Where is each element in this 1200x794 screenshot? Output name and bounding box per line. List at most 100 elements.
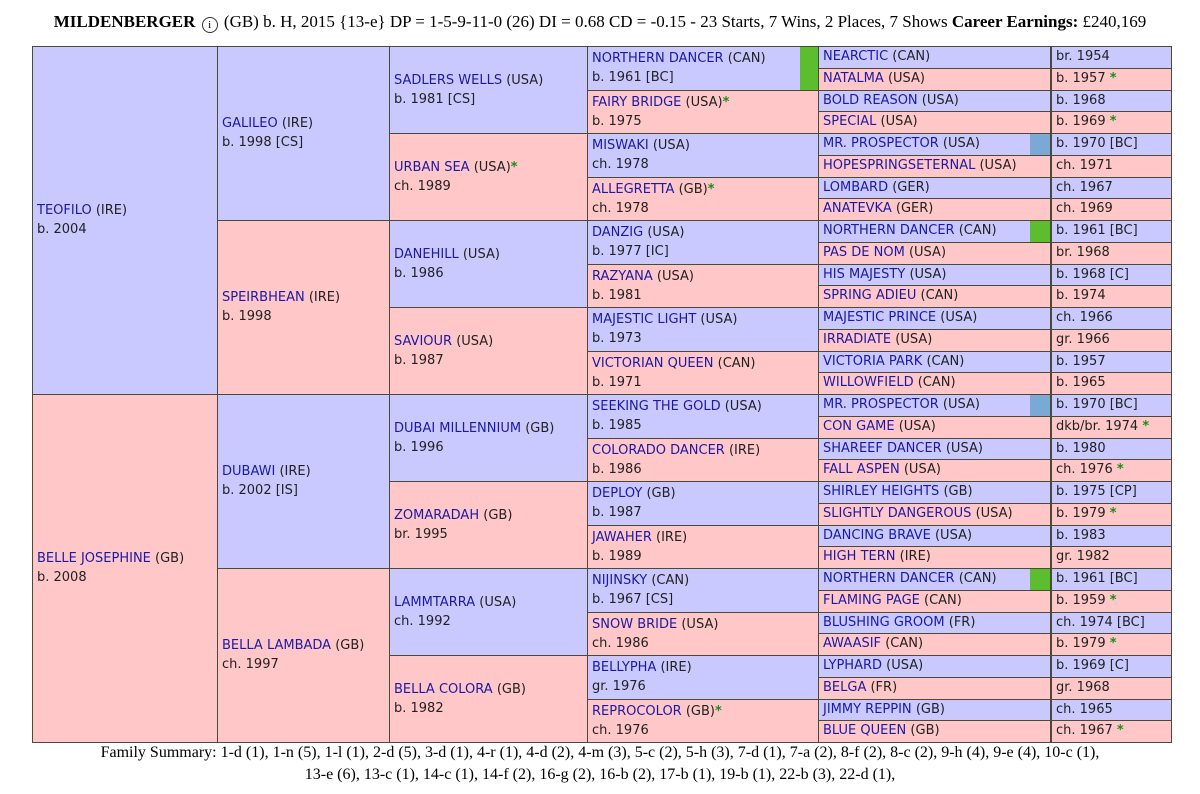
horse-name-link[interactable]: LOMBARD: [823, 180, 888, 195]
horse-name-link[interactable]: LYPHARD: [823, 658, 882, 673]
horse-name-link[interactable]: DANCING BRAVE: [823, 528, 931, 543]
horse-entry: ZOMARADAH (GB) br. 1995: [394, 506, 512, 544]
chef-star-icon: *: [1116, 723, 1124, 739]
horse-info: b. 1968: [1056, 92, 1106, 108]
horse-country: (USA): [898, 418, 936, 434]
horse-name-link[interactable]: JAWAHER: [592, 530, 652, 545]
horse-name-link[interactable]: SPECIAL: [823, 114, 876, 129]
horse-name-link[interactable]: BELLA LAMBADA: [222, 638, 331, 653]
horse-name-link[interactable]: ZOMARADAH: [394, 508, 479, 523]
horse-name-link[interactable]: ALLEGRETTA: [592, 182, 674, 197]
horse-info-line: b. 1987: [592, 503, 676, 522]
horse-name-link[interactable]: DANEHILL: [394, 247, 459, 262]
pedigree-cell-g2: GALILEO (IRE) b. 1998 [CS]: [217, 46, 390, 221]
horse-name-link[interactable]: VICTORIA PARK: [823, 354, 922, 369]
horse-name-link[interactable]: BELLE JOSEPHINE: [37, 551, 151, 566]
horse-name-link[interactable]: SHIRLEY HEIGHTS: [823, 484, 939, 499]
horse-name-link[interactable]: DANZIG: [592, 225, 643, 240]
horse-name-link[interactable]: NORTHERN DANCER: [823, 223, 955, 238]
pedigree-cell-g5: VICTORIA PARK (CAN): [818, 350, 1051, 374]
horse-name-link[interactable]: NEARCTIC: [823, 49, 888, 64]
pedigree-cell-g4: SNOW BRIDE (USA) ch. 1986: [587, 611, 819, 656]
horse-name-link[interactable]: SAVIOUR: [394, 334, 452, 349]
info-icon[interactable]: i: [201, 17, 218, 33]
horse-name-link[interactable]: HIS MAJESTY: [823, 267, 905, 282]
horse-info: b. 1965: [1056, 375, 1106, 391]
horse-name-link[interactable]: MR. PROSPECTOR: [823, 136, 939, 151]
horse-entry: MISWAKI (USA) ch. 1978: [592, 136, 690, 174]
horse-name-link[interactable]: AWAASIF: [823, 636, 881, 651]
horse-name-link[interactable]: URBAN SEA: [394, 160, 470, 175]
horse-name-link[interactable]: BLUSHING GROOM: [823, 615, 945, 630]
horse-name-link[interactable]: MAJESTIC LIGHT: [592, 312, 696, 327]
horse-name-link[interactable]: NATALMA: [823, 71, 884, 86]
horse-name-link[interactable]: SEEKING THE GOLD: [592, 399, 721, 414]
horse-name[interactable]: MILDENBERGER: [54, 12, 196, 31]
horse-name-link[interactable]: CON GAME: [823, 419, 895, 434]
horse-name-link[interactable]: IRRADIATE: [823, 332, 891, 347]
horse-name-link[interactable]: WILLOWFIELD: [823, 375, 914, 390]
horse-name-link[interactable]: GALILEO: [222, 116, 278, 131]
horse-name-link[interactable]: SPEIRBHEAN: [222, 290, 305, 305]
horse-name-link[interactable]: REPROCOLOR: [592, 704, 682, 719]
pedigree-cell-info-g5: b. 1970 [BC]: [1051, 394, 1172, 417]
horse-info: ch. 1967: [1056, 179, 1113, 195]
pedigree-cell-g5: IRRADIATE (USA): [818, 328, 1051, 352]
horse-name-link[interactable]: LAMMTARRA: [394, 595, 475, 610]
horse-name-line: BELLE JOSEPHINE (GB): [37, 549, 184, 568]
pedigree-cell-info-g5: b. 1979 *: [1051, 502, 1172, 526]
horse-country: (IRE): [899, 549, 931, 565]
pedigree-cell-g5: HIS MAJESTY (USA): [818, 263, 1051, 287]
horse-name-link[interactable]: HIGH TERN: [823, 549, 896, 564]
horse-name-link[interactable]: ANATEVKA: [823, 201, 892, 216]
horse-name-link[interactable]: SPRING ADIEU: [823, 288, 916, 303]
horse-name-link[interactable]: RAZYANA: [592, 269, 653, 284]
horse-name-link[interactable]: BELLA COLORA: [394, 682, 493, 697]
horse-info-line: b. 1985: [592, 416, 762, 435]
horse-name-link[interactable]: SADLERS WELLS: [394, 73, 502, 88]
horse-name-link[interactable]: JIMMY REPPIN: [823, 702, 912, 717]
horse-name-link[interactable]: BOLD REASON: [823, 93, 918, 108]
horse-name-link[interactable]: MR. PROSPECTOR: [823, 397, 939, 412]
chef-star-icon: *: [1109, 70, 1117, 86]
horse-name-link[interactable]: DUBAWI: [222, 464, 275, 479]
pedigree-cell-g5: SPECIAL (USA): [818, 111, 1051, 134]
horse-country: (USA): [652, 138, 690, 153]
horse-info: b. 1969 [C]: [1056, 658, 1129, 673]
horse-entry: SPEIRBHEAN (IRE) b. 1998: [222, 288, 340, 326]
horse-country: (GB): [525, 420, 555, 436]
horse-name-link[interactable]: TEOFILO: [37, 203, 92, 218]
pedigree-cell-g3: ZOMARADAH (GB) br. 1995: [389, 481, 588, 569]
pedigree-cell-g3: URBAN SEA (USA)* ch. 1989: [389, 133, 588, 221]
horse-name-link[interactable]: BLUE QUEEN: [823, 723, 906, 738]
horse-name-link[interactable]: VICTORIAN QUEEN: [592, 356, 714, 371]
horse-name-link[interactable]: FLAMING PAGE: [823, 593, 920, 608]
horse-entry: TEOFILO (IRE) b. 2004: [37, 201, 127, 239]
horse-name-line: FAIRY BRIDGE (USA)*: [592, 93, 729, 112]
horse-name-link[interactable]: PAS DE NOM: [823, 245, 905, 260]
horse-info: b. 1998: [222, 309, 272, 324]
horse-name-link[interactable]: NORTHERN DANCER: [823, 571, 955, 586]
horse-country: (USA): [975, 505, 1013, 521]
horse-name-link[interactable]: FALL ASPEN: [823, 462, 900, 477]
pedigree-cell-g3: LAMMTARRA (USA) ch. 1992: [389, 568, 588, 656]
horse-name-link[interactable]: SNOW BRIDE: [592, 617, 677, 632]
horse-name-link[interactable]: HOPESPRINGSETERNAL: [823, 158, 975, 173]
horse-name-link[interactable]: FAIRY BRIDGE: [592, 95, 681, 110]
nick-color-marker: [800, 47, 818, 90]
horse-name-link[interactable]: MISWAKI: [592, 138, 649, 153]
horse-info: ch. 1976: [1056, 462, 1113, 478]
horse-name-link[interactable]: BELGA: [823, 680, 866, 695]
horse-name-link[interactable]: COLORADO DANCER: [592, 443, 725, 458]
horse-name-link[interactable]: SHAREEF DANCER: [823, 441, 942, 456]
pedigree-cell-g5: AWAASIF (CAN): [818, 633, 1051, 656]
horse-name-link[interactable]: NIJINSKY: [592, 573, 647, 588]
horse-name-link[interactable]: MAJESTIC PRINCE: [823, 310, 936, 325]
horse-name-link[interactable]: BELLYPHA: [592, 660, 656, 675]
horse-name-line: MAJESTIC LIGHT (USA): [592, 310, 737, 329]
horse-name-link[interactable]: DUBAI MILLENNIUM: [394, 421, 521, 436]
horse-name-link[interactable]: NORTHERN DANCER: [592, 51, 724, 66]
horse-name-link[interactable]: SLIGHTLY DANGEROUS: [823, 506, 971, 521]
horse-name-line: COLORADO DANCER (IRE): [592, 441, 760, 460]
horse-name-link[interactable]: DEPLOY: [592, 486, 642, 501]
